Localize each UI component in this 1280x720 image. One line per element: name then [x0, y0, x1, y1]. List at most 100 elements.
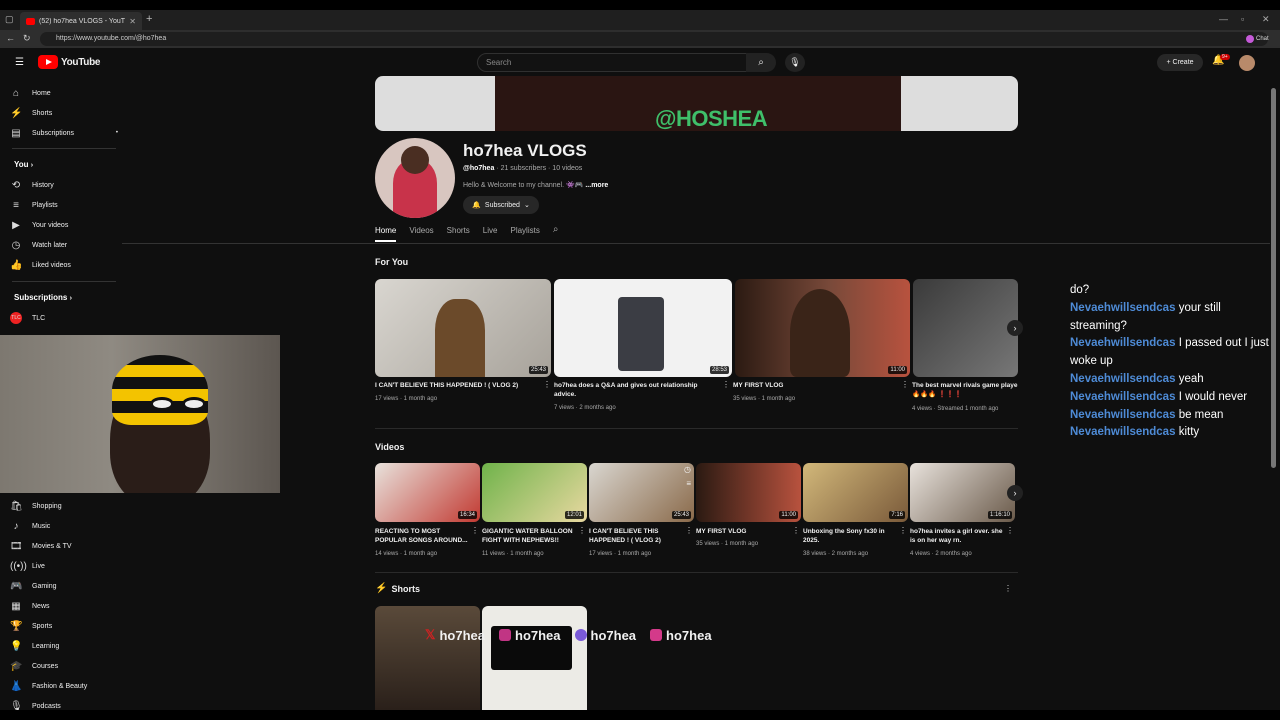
- more-link[interactable]: ...more: [585, 182, 608, 189]
- back-icon[interactable]: ←: [6, 33, 15, 43]
- video-thumbnail[interactable]: 28:53: [554, 279, 732, 377]
- sidebar-item-movies[interactable]: 🎞 Movies & TV: [10, 537, 118, 555]
- chat-line: Nevaehwillsendcas be mean: [1070, 407, 1276, 425]
- tab-playlists[interactable]: Playlists: [510, 226, 539, 242]
- gaming-icon: 🎮: [10, 580, 23, 592]
- chat-username: Nevaehwillsendcas: [1070, 390, 1176, 403]
- video-meta: 35 views · 1 month ago: [733, 396, 796, 402]
- close-tab-icon[interactable]: ✕: [129, 17, 136, 26]
- create-button[interactable]: + Create: [1157, 54, 1203, 71]
- sidebar-item-fashion[interactable]: 👗 Fashion & Beauty: [10, 677, 118, 695]
- sidebar-item-gaming[interactable]: 🎮 Gaming: [10, 577, 118, 595]
- carousel-next-arrow[interactable]: ›: [1007, 485, 1023, 501]
- sidebar-you-heading[interactable]: You ›: [14, 160, 33, 169]
- beanie-eye-patch: [182, 397, 206, 411]
- sidebar-item-subscriptions[interactable]: ▤ Subscriptions •: [10, 124, 118, 142]
- tlc-channel-avatar: TLC: [10, 312, 22, 324]
- channel-avatar[interactable]: [375, 138, 455, 218]
- video-title[interactable]: The best marvel rivals game playe: [912, 381, 1018, 390]
- video-title[interactable]: I CAN'T BELIEVE THIS HAPPENED ! ( VLOG 2…: [589, 527, 684, 545]
- more-options-icon[interactable]: ⋮: [471, 526, 479, 535]
- sidebar-item-shopping[interactable]: 🛍 Shopping: [10, 497, 118, 515]
- carousel-next-arrow[interactable]: ›: [1007, 320, 1023, 336]
- browser-tab[interactable]: (52) ho7hea VLOGS - YouTube ✕: [20, 12, 142, 30]
- maximize-icon[interactable]: ▫: [1241, 14, 1244, 24]
- tab-actions-icon[interactable]: ▢: [5, 14, 14, 25]
- sidebar-item-watch-later[interactable]: ◷ Watch later: [10, 236, 118, 254]
- tab-shorts[interactable]: Shorts: [447, 226, 470, 242]
- new-tab-icon[interactable]: +: [146, 13, 152, 25]
- video-title[interactable]: I CAN'T BELIEVE THIS HAPPENED ! ( VLOG 2…: [375, 381, 540, 390]
- sidebar-item-your-videos[interactable]: ▶ Your videos: [10, 216, 118, 234]
- more-options-icon[interactable]: ⋮: [1004, 584, 1012, 593]
- video-title[interactable]: MY FIRST VLOG: [696, 527, 791, 536]
- more-options-icon[interactable]: ⋮: [685, 526, 693, 535]
- search-input[interactable]: Search: [477, 53, 747, 72]
- channel-search-icon[interactable]: ⌕: [553, 224, 559, 242]
- sidebar-item-live[interactable]: ((•)) Live: [10, 557, 118, 575]
- sidebar-item-shorts[interactable]: ⚡ Shorts: [10, 104, 118, 122]
- url-field[interactable]: https://www.youtube.com/@ho7hea: [40, 32, 1268, 46]
- copilot-chat-button[interactable]: Chat: [1246, 33, 1276, 45]
- video-thumbnail[interactable]: 1:16:10: [910, 463, 1015, 522]
- sidebar-item-liked-videos[interactable]: 👍 Liked videos: [10, 256, 118, 274]
- more-options-icon[interactable]: ⋮: [578, 526, 586, 535]
- account-avatar[interactable]: [1239, 55, 1255, 71]
- video-thumbnail[interactable]: 11:00: [696, 463, 801, 522]
- video-thumbnail[interactable]: 7:16: [803, 463, 908, 522]
- beanie: [112, 355, 208, 425]
- subscribed-button[interactable]: 🔔 Subscribed ⌄: [463, 196, 539, 214]
- music-icon: ♪: [13, 520, 19, 532]
- more-options-icon[interactable]: ⋮: [899, 526, 907, 535]
- more-options-icon[interactable]: ⋮: [722, 380, 730, 389]
- sidebar-subscriptions-heading[interactable]: Subscriptions ›: [14, 293, 72, 302]
- video-meta: 11 views · 1 month ago: [482, 551, 544, 557]
- sidebar-item-tlc[interactable]: TLC TLC: [10, 309, 118, 327]
- add-to-queue-icon[interactable]: ≡: [686, 479, 691, 488]
- sidebar-label: Liked videos: [32, 261, 71, 269]
- sidebar-item-history[interactable]: ⟲ History: [10, 176, 118, 194]
- video-title[interactable]: ho7hea invites a girl over. she is on he…: [910, 527, 1005, 545]
- more-options-icon[interactable]: ⋮: [901, 380, 909, 389]
- more-options-icon[interactable]: ⋮: [1006, 526, 1014, 535]
- watch-later-icon[interactable]: ◷: [684, 465, 691, 474]
- search-button[interactable]: ⌕: [746, 53, 776, 72]
- refresh-icon[interactable]: ↻: [23, 33, 31, 44]
- video-thumbnail[interactable]: ◷ ≡ 25:43: [589, 463, 694, 522]
- video-title[interactable]: GIGANTIC WATER BALLOON FIGHT WITH NEPHEW…: [482, 527, 577, 545]
- voice-search-button[interactable]: 🎙: [785, 53, 805, 72]
- sidebar-item-sports[interactable]: 🏆 Sports: [10, 617, 118, 635]
- video-title[interactable]: ho7hea does a Q&A and gives out relation…: [554, 381, 719, 399]
- tab-live[interactable]: Live: [483, 226, 498, 242]
- video-thumbnail[interactable]: 25:43: [375, 279, 551, 377]
- minimize-icon[interactable]: —: [1219, 14, 1228, 24]
- sidebar-item-news[interactable]: ▦ News: [10, 597, 118, 615]
- video-title[interactable]: REACTING TO MOST POPULAR SONGS AROUND...: [375, 527, 470, 545]
- page-scrollbar[interactable]: [1271, 88, 1276, 468]
- video-title[interactable]: Unboxing the Sony fx30 in 2025.: [803, 527, 898, 545]
- video-duration: 7:16: [889, 511, 905, 519]
- short-thumbnail[interactable]: [482, 606, 587, 710]
- close-window-icon[interactable]: ✕: [1262, 14, 1270, 25]
- sidebar-item-playlists[interactable]: ≡ Playlists: [10, 196, 118, 214]
- video-thumbnail[interactable]: 16:34: [375, 463, 480, 522]
- sidebar-item-learning[interactable]: 💡 Learning: [10, 637, 118, 655]
- more-options-icon[interactable]: ⋮: [792, 526, 800, 535]
- chat-line: Nevaehwillsendcas I would never: [1070, 389, 1276, 407]
- more-options-icon[interactable]: ⋮: [543, 380, 551, 389]
- tab-videos[interactable]: Videos: [409, 226, 433, 242]
- chat-line: streaming?: [1070, 318, 1276, 336]
- video-thumbnail[interactable]: [913, 279, 1018, 377]
- copilot-icon: [1246, 35, 1254, 43]
- tab-home[interactable]: Home: [375, 226, 397, 242]
- sidebar-item-home[interactable]: ⌂ Home: [10, 84, 118, 102]
- short-thumbnail[interactable]: [375, 606, 480, 710]
- liked-icon: 👍: [10, 259, 23, 271]
- video-thumbnail[interactable]: 12:01: [482, 463, 587, 522]
- video-thumbnail[interactable]: 11:00: [735, 279, 910, 377]
- channel-description[interactable]: Hello & Welcome to my channel. 👾🎮 ...mor…: [463, 181, 608, 189]
- video-title[interactable]: MY FIRST VLOG: [733, 381, 898, 390]
- courses-icon: 🎓: [10, 660, 23, 672]
- sidebar-item-music[interactable]: ♪ Music: [10, 517, 118, 535]
- sidebar-item-courses[interactable]: 🎓 Courses: [10, 657, 118, 675]
